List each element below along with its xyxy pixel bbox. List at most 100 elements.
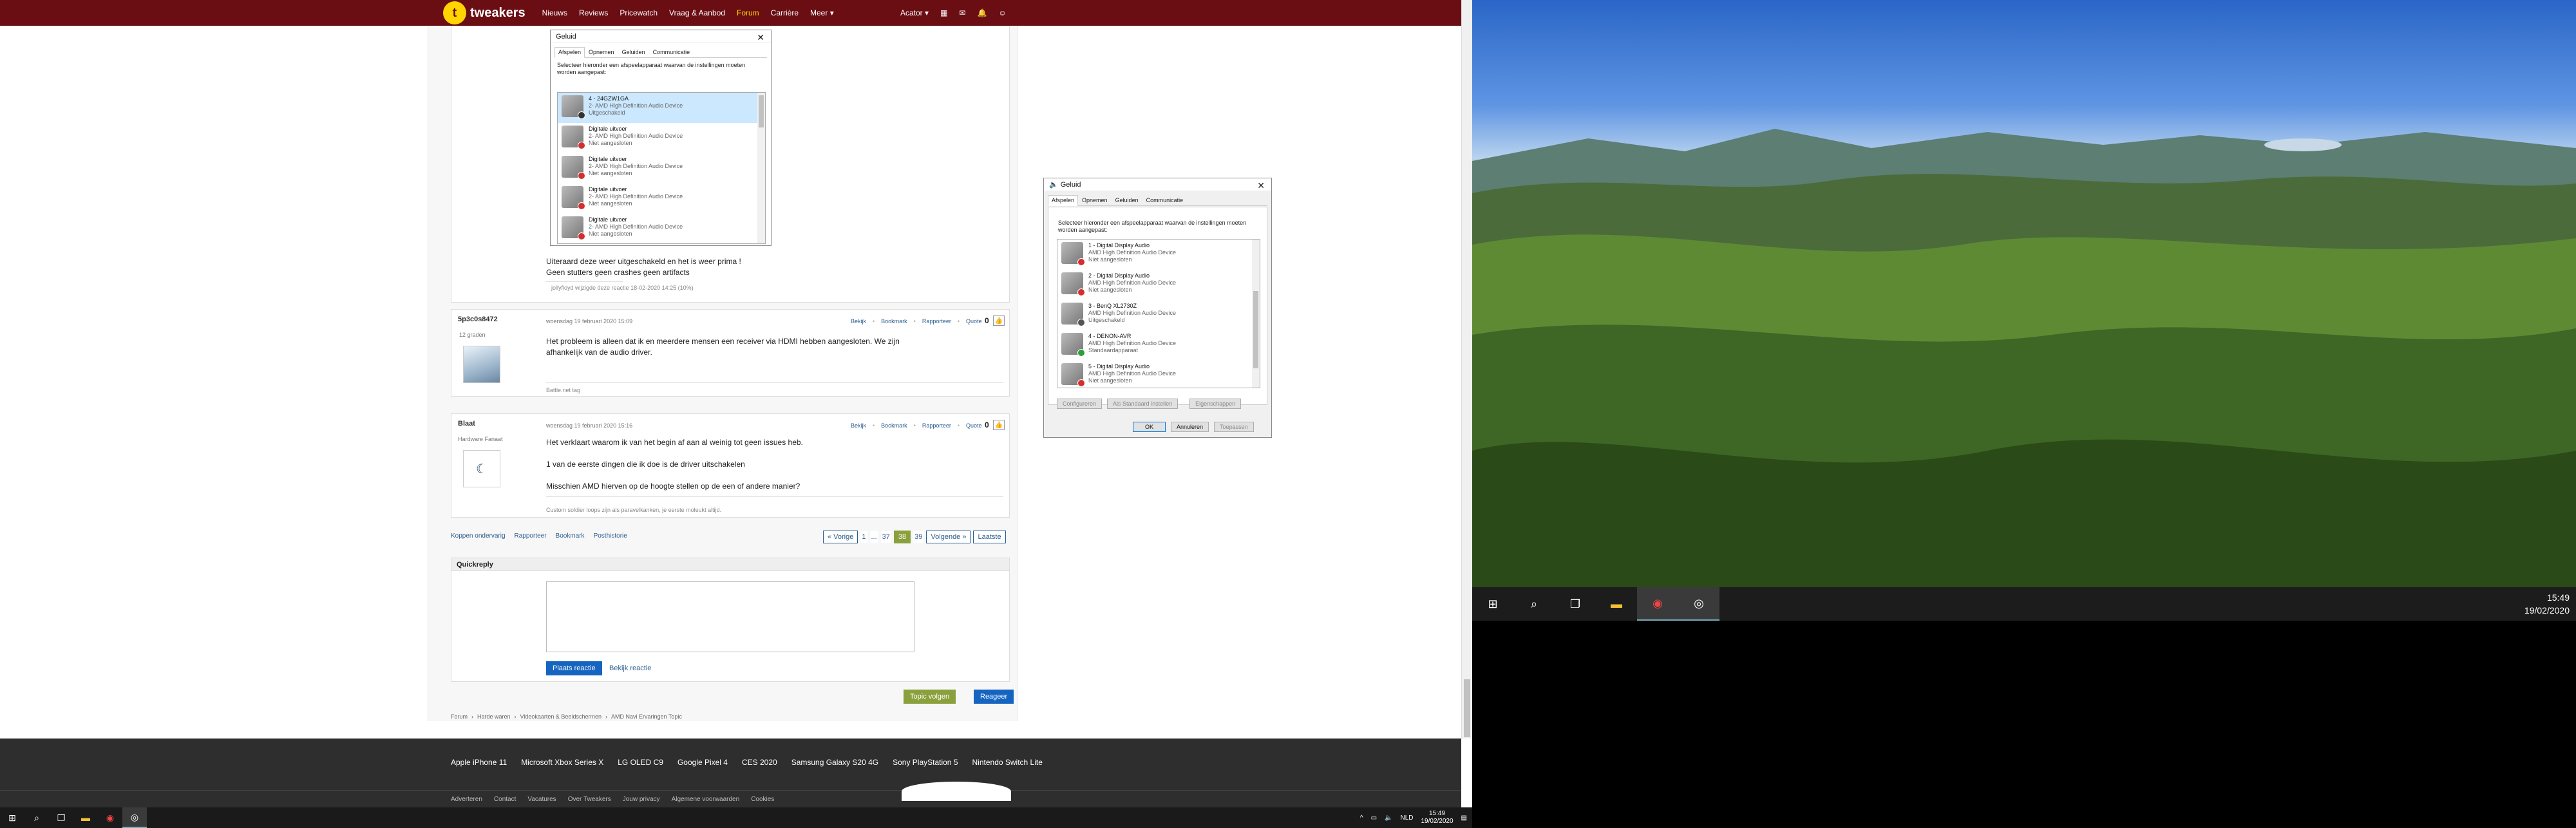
pager-prev[interactable]: « Vorige [823, 531, 858, 543]
configure-button[interactable]: Configureren [1057, 399, 1103, 409]
quickreply-textarea[interactable] [546, 581, 914, 652]
nav-meer[interactable]: Meer ▾ [810, 8, 834, 17]
action-rapporteer[interactable]: Rapporteer [922, 422, 951, 429]
footer-link[interactable]: Microsoft Xbox Series X [521, 758, 603, 767]
footer-link[interactable]: LG OLED C9 [618, 758, 663, 767]
post-reply-button[interactable]: Plaats reactie [546, 661, 602, 675]
nav-reviews[interactable]: Reviews [579, 8, 608, 17]
post-author[interactable]: Blaat [458, 420, 475, 428]
tray-language[interactable]: NLD [1400, 814, 1413, 822]
action-bekijk[interactable]: Bekijk [851, 318, 866, 325]
task-view-icon[interactable]: ❐ [49, 807, 73, 828]
link-bookmark[interactable]: Bookmark [556, 532, 585, 540]
file-explorer-icon[interactable]: ▬ [1596, 587, 1637, 621]
breadcrumb-item[interactable]: Harde waren [477, 713, 511, 720]
notifications-icon[interactable]: 🔔 [977, 8, 987, 17]
breadcrumb-item[interactable]: Forum [451, 713, 468, 720]
tray-clock[interactable]: 15:49 19/02/2020 [2524, 587, 2570, 621]
chrome-icon[interactable]: ◉ [98, 807, 122, 828]
pager-page[interactable]: 37 [880, 531, 891, 543]
pager-last[interactable]: Laatste [973, 531, 1006, 543]
list-item[interactable]: 4 - DENON-AVR AMD High Definition Audio D… [1057, 330, 1260, 361]
close-icon[interactable]: ✕ [1257, 180, 1265, 191]
notification-center-icon[interactable]: ▤ [1461, 814, 1467, 822]
messages-icon[interactable]: ✉ [959, 8, 965, 17]
footer-link[interactable]: Samsung Galaxy S20 4G [791, 758, 878, 767]
footer-link[interactable]: Nintendo Switch Lite [972, 758, 1043, 767]
action-bookmark[interactable]: Bookmark [881, 422, 907, 429]
tab-afspelen[interactable]: Afspelen [1048, 195, 1079, 206]
task-view-icon[interactable]: ❐ [1555, 587, 1596, 621]
footer-small-link[interactable]: Adverteren [451, 796, 482, 803]
list-item[interactable]: 2 - Digital Display Audio AMD High Defini… [1057, 270, 1260, 300]
avatar-icon[interactable]: ☺ [998, 8, 1006, 17]
network-icon[interactable]: ▭ [1371, 814, 1377, 822]
pager-page[interactable]: 1 [860, 531, 867, 543]
footer-link[interactable]: Google Pixel 4 [677, 758, 728, 767]
action-rapporteer[interactable]: Rapporteer [922, 318, 951, 325]
file-explorer-icon[interactable]: ▬ [73, 807, 98, 828]
search-icon[interactable]: ⌕ [1513, 587, 1555, 621]
search-icon[interactable]: ⌕ [24, 807, 49, 828]
tab-geluiden[interactable]: Geluiden [1112, 195, 1142, 205]
volume-icon[interactable]: 🔈 [1385, 814, 1392, 822]
windows-start-icon[interactable]: ⊞ [0, 807, 24, 828]
user-menu[interactable]: Acator ▾ [900, 8, 929, 17]
breadcrumb-item[interactable]: AMD Navi Ervaringen Topic [611, 713, 682, 720]
list-item[interactable]: 3 - BenQ XL2730Z AMD High Definition Audi… [1057, 300, 1260, 330]
properties-button[interactable]: Eigenschappen [1189, 399, 1242, 409]
nav-nieuws[interactable]: Nieuws [542, 8, 567, 17]
action-quote[interactable]: Quote [966, 422, 982, 429]
action-bookmark[interactable]: Bookmark [881, 318, 907, 325]
follow-topic-button[interactable]: Topic volgen [904, 690, 956, 704]
site-name[interactable]: tweakers [470, 6, 526, 21]
preview-reply-link[interactable]: Bekijk reactie [609, 664, 651, 672]
list-item[interactable]: 5 - Digital Display Audio AMD High Defini… [1057, 361, 1260, 388]
link-posthistorie[interactable]: Posthistorie [594, 532, 627, 540]
footer-small-link[interactable]: Vacatures [527, 796, 556, 803]
ok-button[interactable]: OK [1133, 422, 1166, 432]
footer-link[interactable]: Apple iPhone 11 [451, 758, 507, 767]
apply-button[interactable]: Toepassen [1214, 422, 1254, 432]
pager-page[interactable]: 39 [913, 531, 924, 543]
breadcrumb-item[interactable]: Videokaarten & Beeldschermen [520, 713, 601, 720]
action-quote[interactable]: Quote [966, 318, 982, 325]
tab-opnemen[interactable]: Opnemen [1078, 195, 1112, 205]
nav-vraag-aanbod[interactable]: Vraag & Aanbod [669, 8, 725, 17]
footer-link[interactable]: Sony PlayStation 5 [893, 758, 958, 767]
tray-clock[interactable]: 15:49 19/02/2020 [1421, 810, 1453, 825]
cancel-button[interactable]: Annuleren [1171, 422, 1209, 432]
nav-pricewatch[interactable]: Pricewatch [620, 8, 658, 17]
list-scrollbar[interactable] [1252, 240, 1260, 388]
chrome-icon[interactable]: ◉ [1637, 587, 1678, 621]
footer-small-link[interactable]: Cookies [751, 796, 774, 803]
tweakers-logo-icon[interactable]: t [443, 1, 466, 24]
set-default-button[interactable]: Als Standaard instellen [1107, 399, 1179, 409]
sound-app-icon[interactable]: ◎ [122, 807, 147, 828]
footer-small-link[interactable]: Contact [494, 796, 516, 803]
nav-forum[interactable]: Forum [737, 8, 759, 17]
footer-small-link[interactable]: Jouw privacy [623, 796, 660, 803]
windows-start-icon[interactable]: ⊞ [1472, 587, 1513, 621]
avatar[interactable] [463, 346, 500, 383]
pager-current[interactable]: 38 [893, 531, 911, 543]
thumbs-up-icon[interactable]: 👍 [992, 420, 1005, 430]
tab-communicatie[interactable]: Communicatie [1142, 195, 1188, 205]
action-bekijk[interactable]: Bekijk [851, 422, 866, 429]
list-item[interactable]: 1 - Digital Display Audio AMD High Defini… [1057, 240, 1260, 270]
reply-button[interactable]: Reageer [974, 690, 1014, 704]
pager-next[interactable]: Volgende » [926, 531, 971, 543]
page-scrollbar[interactable] [1461, 0, 1472, 739]
post-image-sound-dialog[interactable]: Geluid ✕ Afspelen Opnemen Geluiden Commun… [550, 30, 772, 246]
inbox-icon[interactable]: ▦ [940, 8, 947, 17]
link-rapporteer[interactable]: Rapporteer [515, 532, 547, 540]
footer-small-link[interactable]: Algemene voorwaarden [672, 796, 740, 803]
avatar[interactable]: ☾ [463, 450, 500, 487]
sound-app-icon[interactable]: ◎ [1678, 587, 1719, 621]
thumbs-up-icon[interactable]: 👍 [992, 315, 1005, 326]
footer-small-link[interactable]: Over Tweakers [568, 796, 611, 803]
post-author[interactable]: 5p3c0s8472 [458, 315, 498, 323]
footer-link[interactable]: CES 2020 [742, 758, 777, 767]
signature[interactable]: Battle.net tag [546, 387, 580, 393]
nav-carriere[interactable]: Carrière [771, 8, 799, 17]
